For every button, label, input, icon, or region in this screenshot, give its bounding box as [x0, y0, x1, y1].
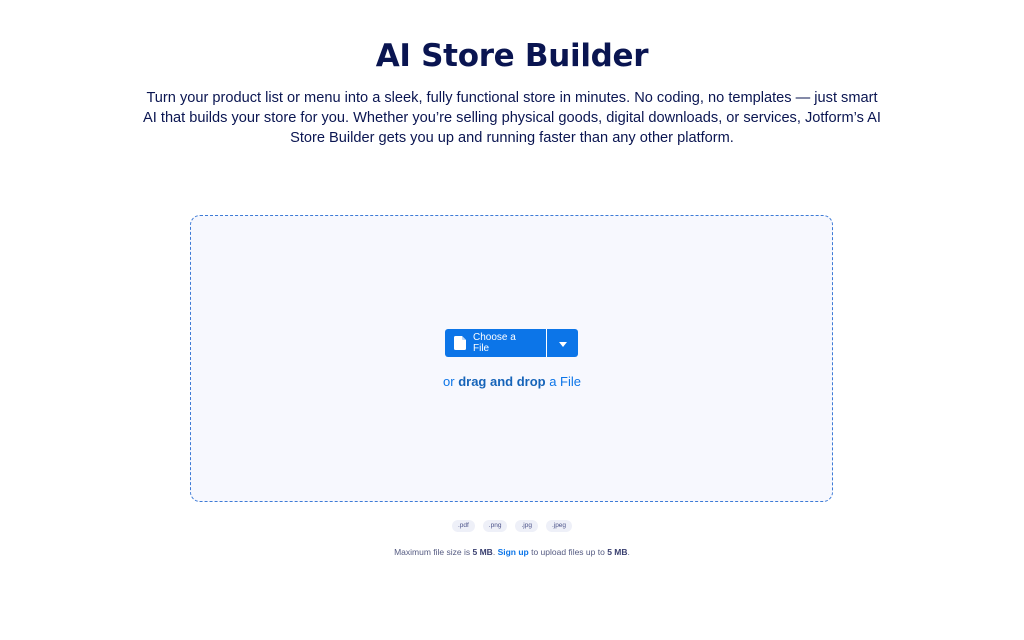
file-size-limit-note: Maximum file size is 5 MB. Sign up to up…: [0, 546, 1024, 558]
drag-drop-suffix: a File: [549, 374, 581, 389]
limit-end: .: [627, 547, 630, 557]
limit-prefix: Maximum file size is: [394, 547, 471, 557]
upload-options-dropdown[interactable]: [547, 329, 578, 357]
file-icon: [454, 336, 466, 350]
page-description: Turn your product list or menu into a sl…: [143, 90, 881, 146]
page-title: AI Store Builder: [375, 38, 649, 74]
accepted-formats: .pdf .png .jpg .jpeg: [0, 520, 1024, 532]
choose-file-button[interactable]: Choose a File: [445, 329, 546, 357]
sign-up-link[interactable]: Sign up: [498, 547, 529, 557]
choose-file-label: Choose a File: [473, 332, 516, 354]
drag-drop-prefix: or: [443, 374, 455, 389]
caret-down-icon: [558, 334, 567, 352]
format-chip-jpg: .jpg: [515, 520, 538, 532]
file-dropzone[interactable]: [190, 215, 833, 502]
format-chip-jpeg: .jpeg: [545, 520, 573, 532]
format-chip-pdf: .pdf: [451, 520, 475, 532]
format-chip-png: .png: [482, 520, 508, 532]
choose-file-group: Choose a File: [445, 329, 578, 357]
drag-drop-emphasis: drag and drop: [458, 374, 546, 389]
page: AI Store Builder Turn your product list …: [0, 0, 1024, 640]
drag-drop-hint: or drag and drop a File: [0, 373, 1024, 391]
limit-punct: .: [492, 547, 496, 557]
limit-middle: to upload files up to: [531, 547, 605, 557]
limit-size: 5 MB: [472, 547, 493, 557]
button-divider: [546, 329, 547, 357]
signup-size: 5 MB: [607, 547, 628, 557]
